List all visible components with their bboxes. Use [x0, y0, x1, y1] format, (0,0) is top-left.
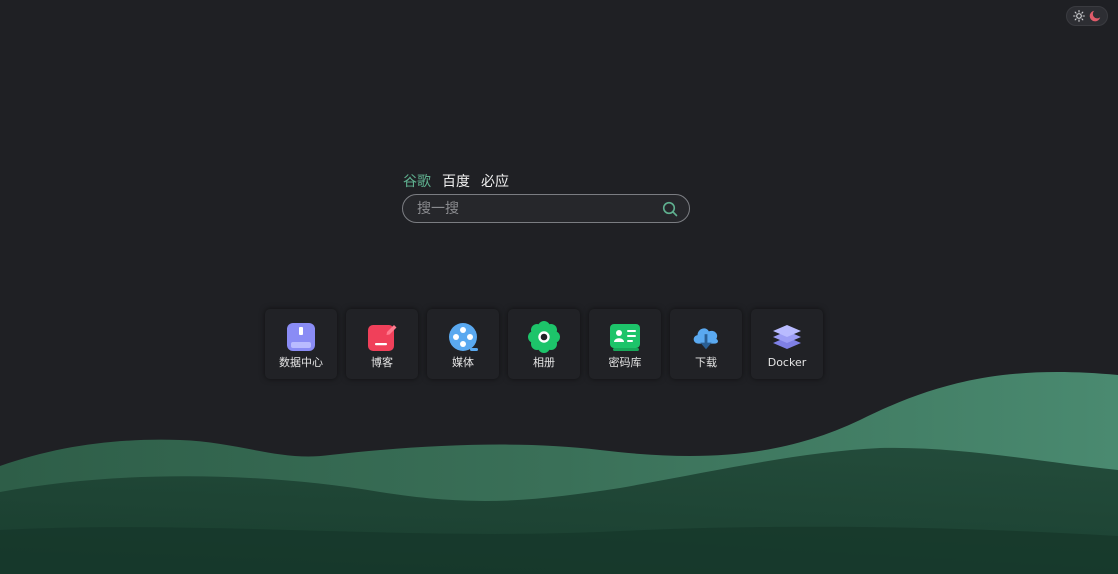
wave-background	[0, 372, 1118, 574]
app-label: 媒体	[452, 356, 474, 369]
search-box	[402, 194, 690, 223]
search-icon[interactable]	[661, 200, 679, 218]
search-input[interactable]	[415, 199, 661, 218]
app-tile-data-center[interactable]: 数据中心	[265, 309, 337, 379]
engine-tab-baidu[interactable]: 百度	[442, 172, 470, 192]
app-tile-password-vault[interactable]: 密码库	[589, 309, 661, 379]
engine-tab-bing[interactable]: 必应	[481, 172, 509, 192]
start-page: 谷歌 百度 必应 数据中心	[0, 0, 1118, 574]
moon-icon[interactable]	[1088, 9, 1102, 23]
app-tile-blog[interactable]: 博客	[346, 309, 418, 379]
app-label: Docker	[767, 356, 807, 369]
flower-icon	[528, 321, 560, 353]
app-tile-album[interactable]: 相册	[508, 309, 580, 379]
app-label: 密码库	[608, 356, 642, 369]
app-grid: 数据中心 博客 媒体 相册 密码库 下载 Docker	[265, 309, 823, 379]
app-label: 数据中心	[279, 356, 323, 369]
app-tile-media[interactable]: 媒体	[427, 309, 499, 379]
edit-icon	[366, 321, 398, 353]
database-icon	[285, 321, 317, 353]
app-label: 下载	[695, 356, 717, 369]
app-tile-docker[interactable]: Docker	[751, 309, 823, 379]
theme-switch[interactable]	[1066, 6, 1108, 26]
app-tile-download[interactable]: 下载	[670, 309, 742, 379]
sun-icon[interactable]	[1072, 9, 1086, 23]
cloud-download-icon	[690, 321, 722, 353]
id-card-icon	[609, 321, 641, 353]
layers-icon	[771, 321, 803, 353]
film-reel-icon	[447, 321, 479, 353]
search-engine-tabs: 谷歌 百度 必应	[403, 172, 509, 192]
app-label: 相册	[533, 356, 555, 369]
app-label: 博客	[371, 356, 393, 369]
engine-tab-google[interactable]: 谷歌	[403, 172, 431, 192]
